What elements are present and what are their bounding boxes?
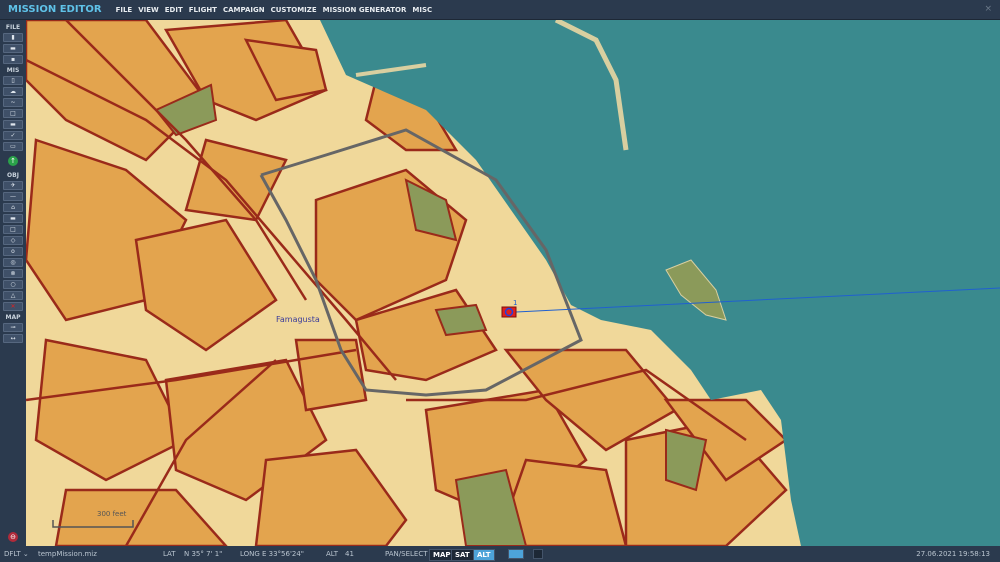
route-icon[interactable]: ~ [3, 98, 23, 107]
unit-number: 1 [513, 299, 517, 307]
template-icon[interactable]: ◇ [3, 236, 23, 245]
section-map: MAP [5, 314, 21, 321]
menu-flight[interactable]: FLIGHT [189, 6, 217, 14]
map-canvas[interactable]: 1 [26, 20, 1000, 546]
settings-icon[interactable] [533, 549, 543, 559]
map-view[interactable]: 1 Famagusta 300 feet [26, 20, 1000, 546]
new-file-icon[interactable]: ▮ [3, 33, 23, 42]
scale-label: 300 feet [97, 510, 127, 518]
tank-icon[interactable]: ▬ [3, 214, 23, 223]
section-obj: OBJ [7, 172, 19, 179]
datetime: 27.06.2021 19:58:13 [916, 550, 990, 558]
menu-view[interactable]: VIEW [138, 6, 159, 14]
menu-edit[interactable]: EDIT [165, 6, 183, 14]
left-toolbar: FILE ▮ ▬ ▪ MIS ▯ ☁ ~ □ ▬ ✓ ▭ ↑ OBJ ✈ — ⌂… [0, 20, 26, 546]
unit-marker[interactable] [501, 306, 517, 318]
menu-misc[interactable]: MISC [412, 6, 432, 14]
title-bar: MISSION EDITOR FILE VIEW EDIT FLIGHT CAM… [0, 0, 1000, 20]
static-object-icon[interactable]: □ [3, 225, 23, 234]
menu-mission-generator[interactable]: MISSION GENERATOR [323, 6, 407, 14]
triggers-icon[interactable]: ▬ [3, 120, 23, 129]
ruler-toggle-icon[interactable] [508, 549, 524, 559]
section-mis: MIS [6, 67, 20, 74]
alt-value: 41 [345, 550, 354, 558]
briefing-icon[interactable]: ▭ [3, 142, 23, 151]
alt-label: ALT [326, 550, 339, 558]
check-icon[interactable]: ✓ [3, 131, 23, 140]
weather-icon[interactable]: ☁ [3, 87, 23, 96]
save-icon[interactable]: ▪ [3, 55, 23, 64]
open-folder-icon[interactable]: ▬ [3, 44, 23, 53]
status-bar: DFLT ⌄ tempMission.miz LAT N 35° 7' 1" L… [0, 546, 1000, 562]
file-name: tempMission.miz [38, 550, 97, 558]
plane-icon[interactable]: ✈ [3, 181, 23, 190]
helicopter-icon[interactable]: — [3, 192, 23, 201]
alt-button[interactable]: ALT [473, 549, 495, 561]
menu-campaign[interactable]: CAMPAIGN [223, 6, 265, 14]
shapes-icon[interactable]: △ [3, 291, 23, 300]
city-label: Famagusta [276, 315, 320, 324]
clipboard-icon[interactable]: ▯ [3, 76, 23, 85]
menu-file[interactable]: FILE [116, 6, 133, 14]
key-icon[interactable]: ⊸ [3, 323, 23, 332]
menu-customize[interactable]: CUSTOMIZE [271, 6, 317, 14]
long-value: E 33°56'24" [262, 550, 305, 558]
delete-icon[interactable]: ✕ [3, 302, 23, 311]
sat-button[interactable]: SAT [451, 549, 474, 561]
long-label: LONG [240, 550, 260, 558]
app-title: MISSION EDITOR [8, 4, 102, 15]
profile-dropdown[interactable]: DFLT ⌄ [4, 550, 29, 558]
ruler-icon[interactable]: ↔ [3, 334, 23, 343]
up-arrow-icon[interactable]: ↑ [8, 156, 18, 166]
trigger-zone-icon[interactable]: □ [3, 109, 23, 118]
mode-label: PAN/SELECT [385, 550, 428, 558]
lat-label: LAT [163, 550, 176, 558]
nav-point-icon[interactable]: o [3, 247, 23, 256]
initial-point-icon[interactable]: ⊗ [3, 269, 23, 278]
target-icon[interactable]: ◎ [3, 258, 23, 267]
close-button[interactable]: × [984, 4, 992, 14]
exit-icon[interactable]: ⊖ [8, 532, 18, 542]
section-file: FILE [5, 24, 21, 31]
lat-value: N 35° 7' 1" [184, 550, 223, 558]
group-icon[interactable]: ○ [3, 280, 23, 289]
ship-icon[interactable]: ⌂ [3, 203, 23, 212]
